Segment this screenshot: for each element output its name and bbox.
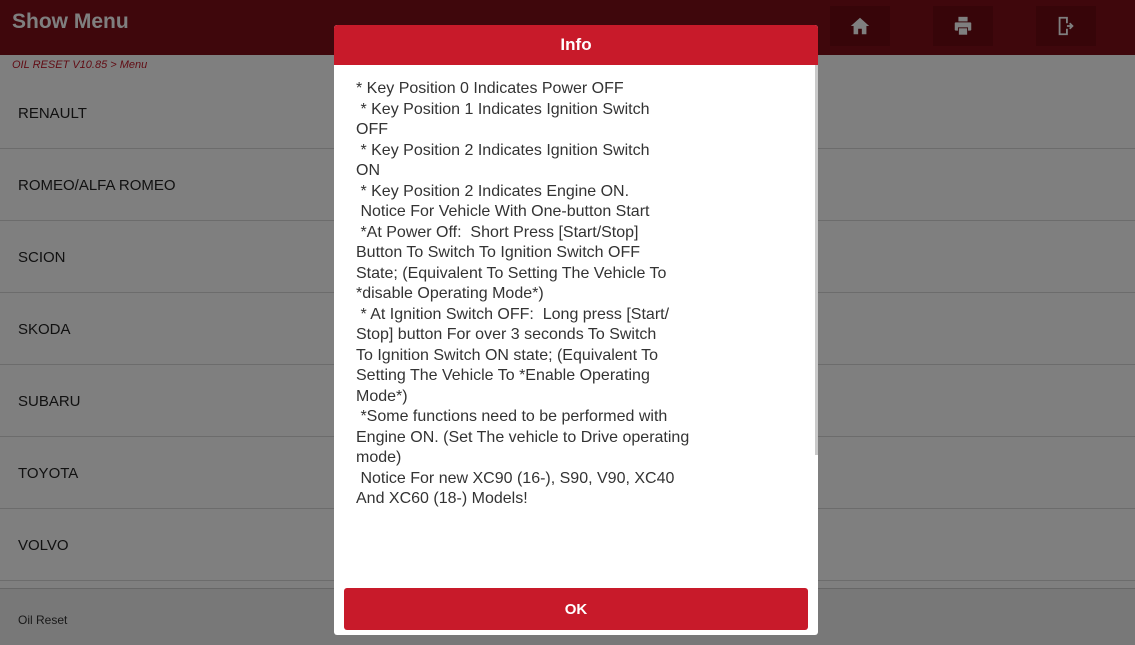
info-line: *disable Operating Mode*) <box>356 285 544 302</box>
info-line: Stop] button For over 3 seconds To Switc… <box>356 326 657 343</box>
dialog-title: Info <box>560 35 592 54</box>
info-line: Button To Switch To Ignition Switch OFF <box>356 244 640 261</box>
info-line: *Some functions need to be performed wit… <box>356 408 668 425</box>
info-line: mode) <box>356 449 402 466</box>
info-line: * Key Position 0 Indicates Power OFF <box>356 80 624 97</box>
dialog-body[interactable]: * Key Position 0 Indicates Power OFF * K… <box>334 65 818 587</box>
ok-button[interactable]: OK <box>344 588 808 630</box>
info-line: ON <box>356 162 380 179</box>
info-line: To Ignition Switch ON state; (Equivalent… <box>356 346 659 364</box>
dialog-header: Info <box>334 25 818 65</box>
info-line: And XC60 (18-) Models! <box>356 490 528 507</box>
dialog-scrollbar[interactable] <box>815 65 818 455</box>
info-text: * Key Position 0 Indicates Power OFF * K… <box>356 79 796 510</box>
info-line: Notice For Vehicle With One-button Start <box>356 203 650 220</box>
info-line: * Key Position 1 Indicates Ignition Swit… <box>356 100 650 118</box>
info-line: Engine ON. (Set The vehicle to Drive ope… <box>356 428 690 446</box>
info-dialog: Info * Key Position 0 Indicates Power OF… <box>334 25 818 635</box>
info-line: Mode*) <box>356 387 408 405</box>
info-line: * At Ignition Switch OFF: Long press [St… <box>356 305 670 323</box>
info-line: * Key Position 2 Indicates Ignition Swit… <box>356 141 650 159</box>
info-line: State; (Equivalent To Setting The Vehicl… <box>356 264 667 282</box>
info-line: Setting The Vehicle To *Enable Operating <box>356 367 650 384</box>
info-line: *At Power Off: Short Press [Start/Stop] <box>356 223 639 241</box>
info-line: Notice For new XC90 (16-), S90, V90, XC4… <box>356 469 675 487</box>
info-line: * Key Position 2 Indicates Engine ON. <box>356 182 630 200</box>
info-line: OFF <box>356 121 388 138</box>
